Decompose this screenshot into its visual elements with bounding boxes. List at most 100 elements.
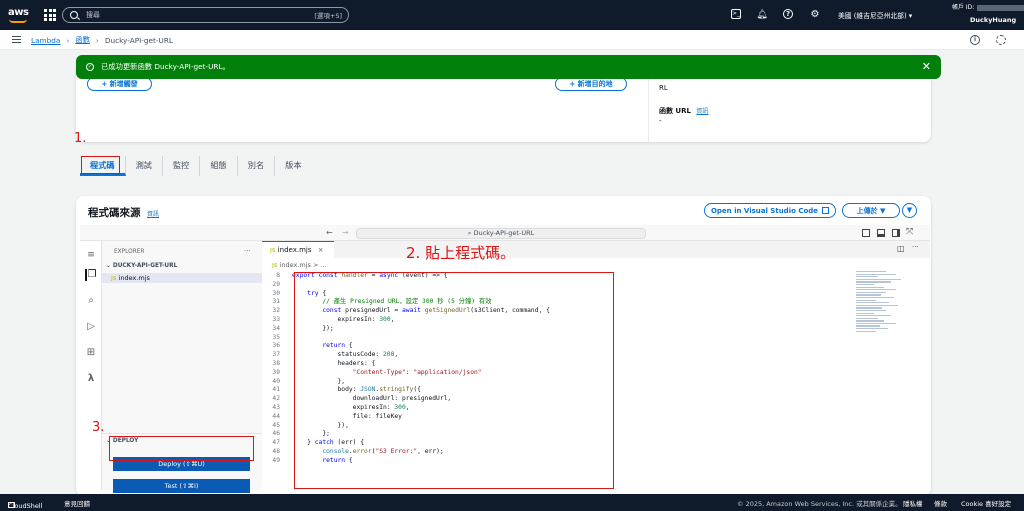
line-number: 46 <box>272 430 280 438</box>
toggle-secondary-sidebar-icon[interactable] <box>892 229 900 237</box>
activity-bar: ≡ ❐ ⌕ ▷ ⊞ λ <box>80 241 102 490</box>
region-selector[interactable]: 美國 (維吉尼亞州北部) ▾ <box>838 10 912 20</box>
feedback-link[interactable]: 意見回饋 <box>64 498 90 508</box>
username-menu[interactable]: DuckyHuang <box>970 16 1016 24</box>
command-center[interactable]: ⌕ Ducky-API-get-URL <box>356 228 646 239</box>
file-item-index[interactable]: JS index.mjs <box>102 273 262 283</box>
preferences-icon[interactable] <box>996 35 1006 45</box>
function-url-label: 函數 URL 資訊 <box>659 107 709 115</box>
open-vscode-button[interactable]: Open in Visual Studio Code <box>704 203 836 218</box>
success-flashbar: ✓ 已成功更新函數 Ducky-API-get-URL。 ✕ <box>76 55 941 79</box>
footer: CloudShell 意見回饋 © 2025, Amazon Web Servi… <box>0 494 1024 511</box>
settings-gear-icon[interactable]: ⚙ <box>809 9 821 21</box>
line-number: 33 <box>272 316 280 323</box>
line-number: 38 <box>272 360 280 367</box>
toggle-sidebar-icon[interactable] <box>862 229 870 237</box>
upload-from-button[interactable]: 上傳於 ▼ <box>842 203 900 218</box>
highlight-code-tab <box>81 156 120 174</box>
test-button[interactable]: Test (⇧⌘I) <box>113 479 250 493</box>
highlight-deploy-button <box>109 436 254 461</box>
line-number: 40 <box>272 377 280 385</box>
nav-forward-icon[interactable]: → <box>342 228 349 237</box>
line-number: 49 <box>272 456 280 464</box>
menu-icon[interactable]: ≡ <box>85 249 97 261</box>
line-number: 48 <box>272 448 280 455</box>
search-icon[interactable]: ⌕ <box>85 295 97 307</box>
editor-tab-index[interactable]: JS index.mjs × <box>262 241 334 258</box>
function-url-value: - <box>659 117 662 125</box>
search-shortcut: [選項+S] <box>314 12 342 20</box>
cloudshell-icon[interactable]: >_ <box>731 9 741 19</box>
line-number: 8 <box>276 272 280 279</box>
line-number: 39 <box>272 368 280 376</box>
line-number: 30 <box>272 289 280 297</box>
info-icon[interactable]: i <box>970 35 980 45</box>
minimap[interactable] <box>856 271 906 341</box>
breadcrumb: Lambda › 函數 › Ducky-API-get-URL <box>31 35 173 45</box>
line-number: 47 <box>272 439 280 447</box>
code-source-title: 程式碼來源 <box>88 207 141 219</box>
annotation-step-1: 1. <box>74 131 87 146</box>
more-options-icon[interactable]: ▼ <box>902 203 917 218</box>
search-placeholder: 搜尋 <box>86 11 100 19</box>
terms-link[interactable]: 條款 <box>934 498 947 508</box>
line-number: 32 <box>272 307 280 315</box>
line-number: 45 <box>272 421 280 429</box>
line-number: 42 <box>272 395 280 403</box>
line-number: 37 <box>272 351 280 359</box>
top-navigation: aws 搜尋 [選項+S] >_ 🔔︎ ? ⚙ 美國 (維吉尼亞州北部) ▾ 帳… <box>0 0 1024 30</box>
tab-aliases[interactable]: 別名 <box>238 156 276 176</box>
more-actions-icon[interactable]: ··· <box>244 247 251 255</box>
tab-test[interactable]: 測試 <box>126 156 163 176</box>
cookie-preferences-link[interactable]: Cookie 喜好設定 <box>961 498 1011 508</box>
search-input[interactable]: 搜尋 [選項+S] <box>62 7 349 23</box>
explorer-folder[interactable]: ⌄ DUCKY-API-GET-URL <box>106 263 177 269</box>
external-link-icon <box>822 207 830 214</box>
javascript-file-icon: JS <box>111 276 117 282</box>
ide-titlebar: ← → ⌕ Ducky-API-get-URL ⤧ <box>80 225 930 241</box>
privacy-link[interactable]: 隱私權 <box>903 498 923 508</box>
function-arn-tail: RL <box>659 84 668 92</box>
account-id: 帳戶 ID: <box>952 2 1024 11</box>
split-editor-icon[interactable]: ◫ <box>897 244 905 253</box>
chevron-right-icon: › <box>66 35 70 45</box>
line-number: 36 <box>272 342 280 350</box>
editor-breadcrumb[interactable]: JS index.mjs > ... <box>272 261 327 269</box>
lambda-icon[interactable]: λ <box>85 373 97 385</box>
explorer-files-icon[interactable]: ❐ <box>85 269 97 281</box>
tab-configuration[interactable]: 組態 <box>200 156 238 176</box>
help-icon[interactable]: ? <box>783 9 793 19</box>
breadcrumb-functions[interactable]: 函數 <box>75 35 90 45</box>
close-icon[interactable]: ✕ <box>922 61 931 72</box>
toggle-panel-icon[interactable] <box>877 229 885 237</box>
line-number: 35 <box>272 333 280 341</box>
line-number: 34 <box>272 324 280 332</box>
services-menu-icon[interactable] <box>44 9 56 21</box>
breadcrumb-bar: Lambda › 函數 › Ducky-API-get-URL i <box>0 30 1024 50</box>
javascript-file-icon: JS <box>272 263 278 269</box>
extensions-icon[interactable]: ⊞ <box>85 347 97 359</box>
notifications-bell-icon[interactable]: 🔔︎ <box>756 9 768 21</box>
javascript-file-icon: JS <box>270 248 276 254</box>
breadcrumb-current: Ducky-API-get-URL <box>104 35 173 45</box>
add-destination-button[interactable]: + 新增目的地 <box>555 77 627 91</box>
search-icon: ⌕ <box>467 229 472 237</box>
success-check-icon: ✓ <box>86 63 94 71</box>
code-source-info-link[interactable]: 資訊 <box>147 209 159 218</box>
line-number: 43 <box>272 404 280 411</box>
hamburger-menu-icon[interactable] <box>12 36 21 43</box>
line-number: 29 <box>272 280 280 288</box>
tab-versions[interactable]: 版本 <box>275 156 311 176</box>
run-debug-icon[interactable]: ▷ <box>85 321 97 333</box>
aws-logo[interactable]: aws <box>8 7 29 23</box>
breadcrumb-lambda[interactable]: Lambda <box>31 36 60 45</box>
tab-monitor[interactable]: 監控 <box>163 156 201 176</box>
more-actions-icon[interactable]: ··· <box>912 243 919 251</box>
close-tab-icon[interactable]: × <box>318 246 324 254</box>
annotation-step-2: 2. 貼上程式碼。 <box>406 244 516 262</box>
nav-back-icon[interactable]: ← <box>326 228 333 237</box>
line-number: 44 <box>272 412 280 420</box>
add-trigger-button[interactable]: + 新增觸發 <box>87 77 152 91</box>
fullscreen-icon[interactable]: ⤧ <box>906 227 913 237</box>
function-url-info-link[interactable]: 資訊 <box>696 108 708 115</box>
